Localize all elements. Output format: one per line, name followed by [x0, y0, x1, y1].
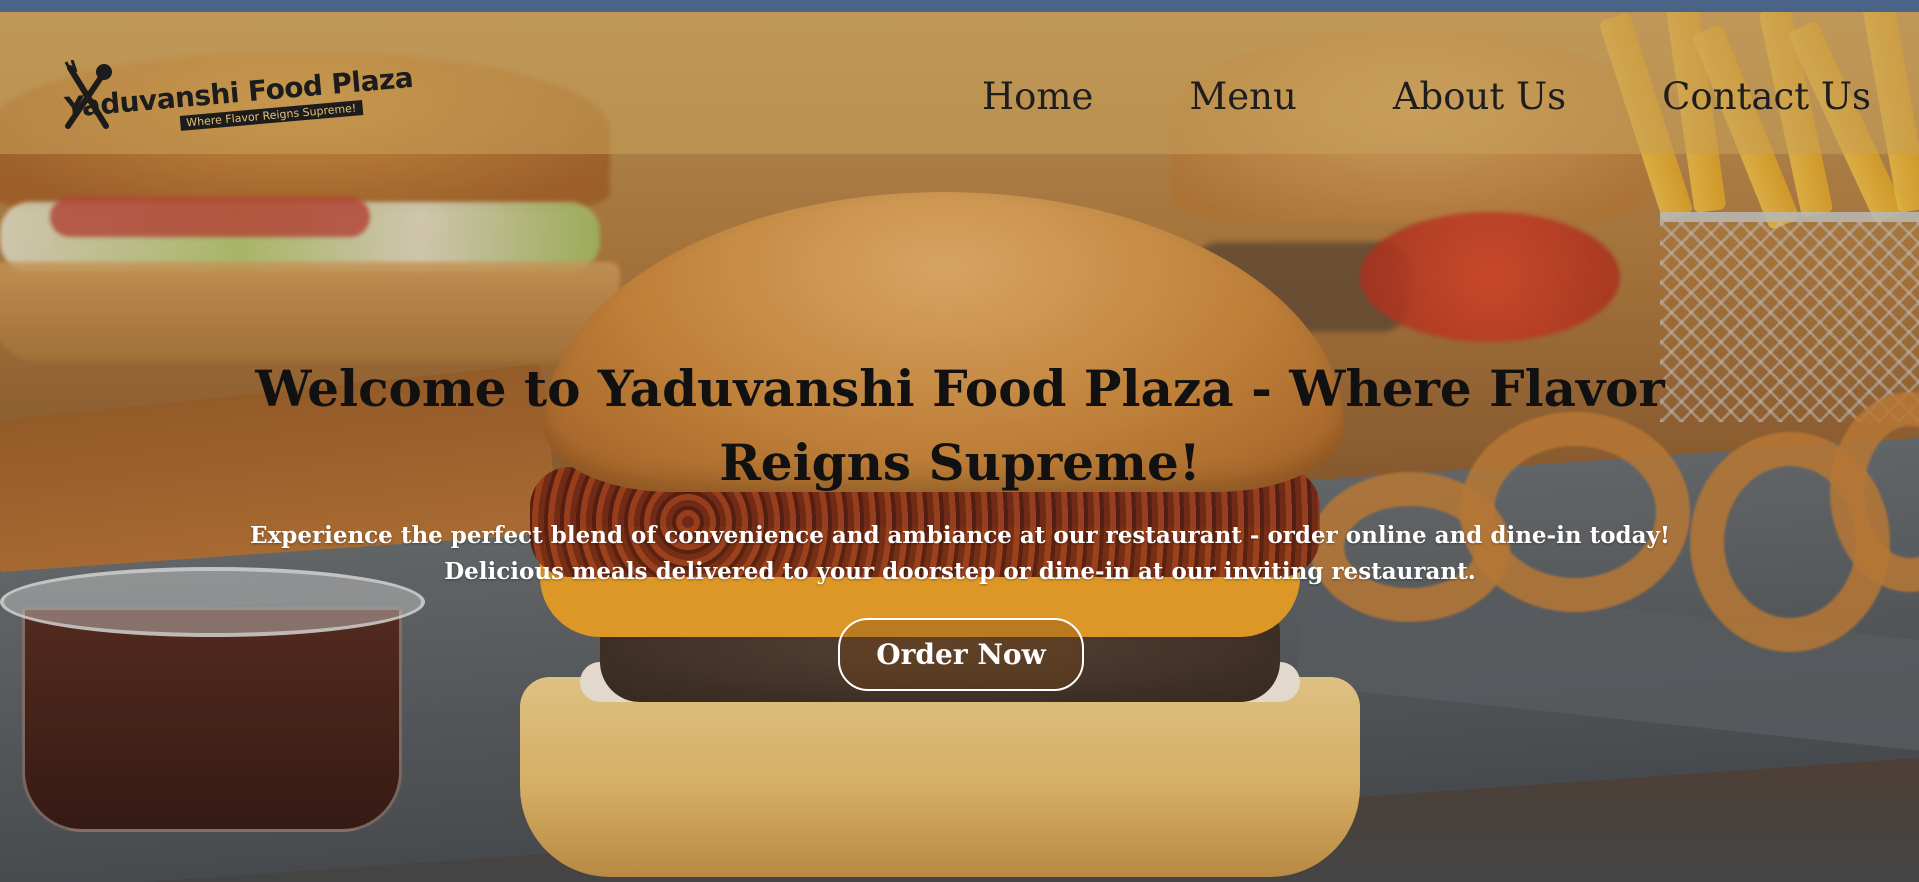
hero-content: Welcome to Yaduvanshi Food Plaza - Where… [160, 352, 1760, 590]
main-nav: Home Menu About Us Contact Us [982, 75, 1871, 118]
hero-title: Welcome to Yaduvanshi Food Plaza - Where… [255, 359, 1665, 492]
hero-subtitle: Experience the perfect blend of convenie… [160, 518, 1760, 590]
brand-logo[interactable]: Yaduvanshi Food Plaza Where Flavor Reign… [60, 60, 414, 140]
top-strip [0, 0, 1919, 12]
hero-subtitle-line-2: Delicious meals delivered to your doorst… [444, 558, 1476, 585]
nav-about-us[interactable]: About Us [1393, 75, 1566, 118]
nav-contact-us[interactable]: Contact Us [1662, 75, 1871, 118]
nav-menu[interactable]: Menu [1189, 75, 1296, 118]
order-now-button[interactable]: Order Now [838, 618, 1084, 691]
nav-home[interactable]: Home [982, 75, 1094, 118]
hero-subtitle-line-1: Experience the perfect blend of convenie… [250, 522, 1670, 549]
site-header: Yaduvanshi Food Plaza Where Flavor Reign… [0, 12, 1919, 154]
